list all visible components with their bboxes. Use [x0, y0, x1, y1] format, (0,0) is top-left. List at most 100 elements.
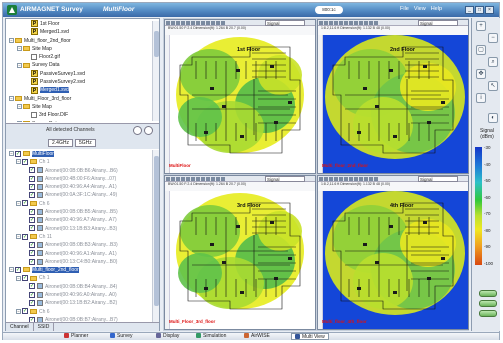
channel-tree-node[interactable]: −✓Aironet(00:13:C4:B0:Airany...B0)	[6, 258, 159, 266]
info-icon[interactable]: i	[476, 93, 486, 103]
map-tool-icon[interactable]	[324, 177, 328, 181]
expand-icon[interactable]: −	[16, 200, 21, 206]
legend-button-3[interactable]	[479, 310, 497, 317]
map-tool-icon[interactable]	[166, 21, 170, 25]
pan-icon[interactable]: ✥	[476, 69, 486, 79]
map-tool-icon[interactable]	[369, 177, 373, 181]
checkbox[interactable]: ✓	[22, 308, 28, 315]
expand-icon[interactable]: −	[9, 151, 14, 157]
expand-icon[interactable]: −	[9, 95, 14, 101]
checkbox[interactable]: ✓	[15, 150, 21, 157]
map-tool-icon[interactable]	[201, 177, 205, 181]
channel-tree-node[interactable]: −✓Aironet(00:0B:0B:B4:Airany...84)	[6, 283, 159, 291]
expand-icon[interactable]: −	[16, 159, 21, 165]
legend-button-2[interactable]	[479, 300, 497, 307]
map-tool-icon[interactable]	[176, 21, 180, 25]
map-tool-icon[interactable]	[329, 177, 333, 181]
expand-icon[interactable]: −	[9, 37, 14, 43]
channel-tree-node[interactable]: − ✓ Multi_floor_2nd_floor	[6, 266, 159, 274]
channel-tree-node[interactable]: −✓Aironet(00:40:96:A0:Airany...A0)	[6, 291, 159, 299]
project-tree-scrollbar[interactable]	[152, 21, 159, 121]
expand-icon[interactable]: −	[17, 104, 22, 110]
status-simulation-button[interactable]: Simulation	[193, 333, 229, 340]
project-tree-node[interactable]: P Merged1.svd	[6, 86, 159, 94]
map-tool-icon[interactable]	[216, 21, 220, 25]
channel-tree-node[interactable]: −✓Aironet(00:0B:0B:B5:Airany...B5)	[6, 208, 159, 216]
map-tool-icon[interactable]	[339, 21, 343, 25]
channel-tree-node[interactable]: − ✓ Ch 1	[6, 158, 159, 166]
map-tool-icon[interactable]	[359, 177, 363, 181]
map-tool-icon[interactable]	[364, 177, 368, 181]
map-tool-icon[interactable]	[221, 21, 225, 25]
map-tool-icon[interactable]	[374, 21, 378, 25]
channel-tree-node[interactable]: − ✓ Ch 11	[6, 233, 159, 241]
menu-view[interactable]: View	[414, 6, 426, 12]
channel-tree-node[interactable]: −✓Aironet(00:40:96:A4:Airany...A1)	[6, 183, 159, 191]
checkbox[interactable]: ✓	[29, 258, 35, 265]
map-tool-icon[interactable]	[181, 177, 185, 181]
map-tool-icon[interactable]	[181, 21, 185, 25]
expand-icon[interactable]: −	[17, 46, 22, 52]
map-tool-icon[interactable]	[196, 21, 200, 25]
map-tool-icon[interactable]	[206, 21, 210, 25]
floor-map-pane[interactable]: Signal BW:01.50 F:2.4 Dimension(ft): 1.26…	[164, 19, 316, 174]
checkbox[interactable]: ✓	[22, 275, 28, 282]
expand-icon[interactable]: −	[16, 234, 21, 240]
maximize-icon[interactable]: □	[475, 6, 484, 14]
status-planner-button[interactable]: Planner	[61, 333, 91, 340]
checkbox[interactable]: ✓	[29, 192, 35, 199]
project-tree-node[interactable]: P PassiveSurvey1.svd	[6, 69, 159, 78]
channel-tree-node[interactable]: −✓Aironet(00:0A:3F:1C:Airany...49)	[6, 191, 159, 199]
channel-tree-node[interactable]: − ✓ Ch 6	[6, 200, 159, 208]
expand-icon[interactable]: −	[9, 267, 14, 273]
map-tool-icon[interactable]	[334, 21, 338, 25]
map-tool-icon[interactable]	[186, 21, 190, 25]
map-tool-icon[interactable]	[191, 177, 195, 181]
map-tool-icon[interactable]	[344, 177, 348, 181]
status-display-button[interactable]: Display	[153, 333, 182, 340]
map-tool-icon[interactable]	[206, 177, 210, 181]
map-tool-icon[interactable]	[196, 177, 200, 181]
refresh-icon[interactable]	[133, 126, 142, 135]
fit-icon[interactable]: ▢	[476, 45, 486, 55]
map-tool-icon[interactable]	[211, 177, 215, 181]
status-survey-button[interactable]: Survey	[107, 333, 136, 340]
floor-map-pane[interactable]: Signal BW:01.50 F:2.4 Dimension(ft): 1.26…	[164, 175, 316, 330]
project-tree-node[interactable]: − Site Map	[6, 45, 159, 53]
map-tool-icon[interactable]	[344, 21, 348, 25]
search-icon[interactable]: ⌕	[488, 57, 498, 67]
checkbox[interactable]: ✓	[22, 200, 28, 207]
channel-tree-node[interactable]: −✓Aironet(00:40:96:A1:Airany...A1)	[6, 250, 159, 258]
channel-tree-node[interactable]: −✓Aironet(00:13:1B:B3:Airany...B3)	[6, 225, 159, 233]
palette-icon[interactable]: ◐	[488, 113, 498, 123]
map-tool-icon[interactable]	[359, 21, 363, 25]
pointer-icon[interactable]: ↖	[488, 81, 498, 91]
channel-tree-node[interactable]: −✓Aironet(00:0B:0B:B3:Airany...B3)	[6, 241, 159, 249]
status-multi-view-button[interactable]: Multi View	[291, 333, 329, 340]
checkbox[interactable]: ✓	[22, 158, 28, 165]
channel-tree-node[interactable]: −✓Aironet(00:4B:00:F6:Airany...07)	[6, 175, 159, 183]
map-tool-icon[interactable]	[339, 177, 343, 181]
map-tool-icon[interactable]	[171, 177, 175, 181]
checkbox[interactable]: ✓	[29, 208, 35, 215]
checkbox[interactable]: ✓	[29, 241, 35, 248]
map-tool-icon[interactable]	[319, 21, 323, 25]
checkbox[interactable]: ✓	[29, 291, 35, 298]
channel-tree-node[interactable]: − ✓ Ch 1	[6, 274, 159, 282]
checkbox[interactable]: ✓	[29, 300, 35, 307]
floor-map-pane[interactable]: Signal 1:8.2,11.6 ft Dimension(ft): 1.132…	[317, 19, 469, 174]
channel-tree-node[interactable]: − ✓ MultiFloor	[6, 150, 159, 158]
project-tree-node[interactable]: − Site Map	[6, 103, 159, 111]
map-tool-icon[interactable]	[369, 21, 373, 25]
map-tool-icon[interactable]	[216, 177, 220, 181]
project-tree-node[interactable]: P PassiveSurvey2.svd	[6, 78, 159, 86]
zoom-field[interactable]: 800:1c	[315, 6, 343, 14]
checkbox[interactable]: ✓	[29, 217, 35, 224]
zoom-out-icon[interactable]: −	[488, 33, 498, 43]
tab-ssid[interactable]: SSID	[34, 323, 55, 331]
checkbox[interactable]: ✓	[29, 250, 35, 257]
map-tool-icon[interactable]	[166, 177, 170, 181]
expand-icon[interactable]: −	[17, 62, 22, 68]
map-tool-icon[interactable]	[171, 21, 175, 25]
map-tool-icon[interactable]	[349, 21, 353, 25]
